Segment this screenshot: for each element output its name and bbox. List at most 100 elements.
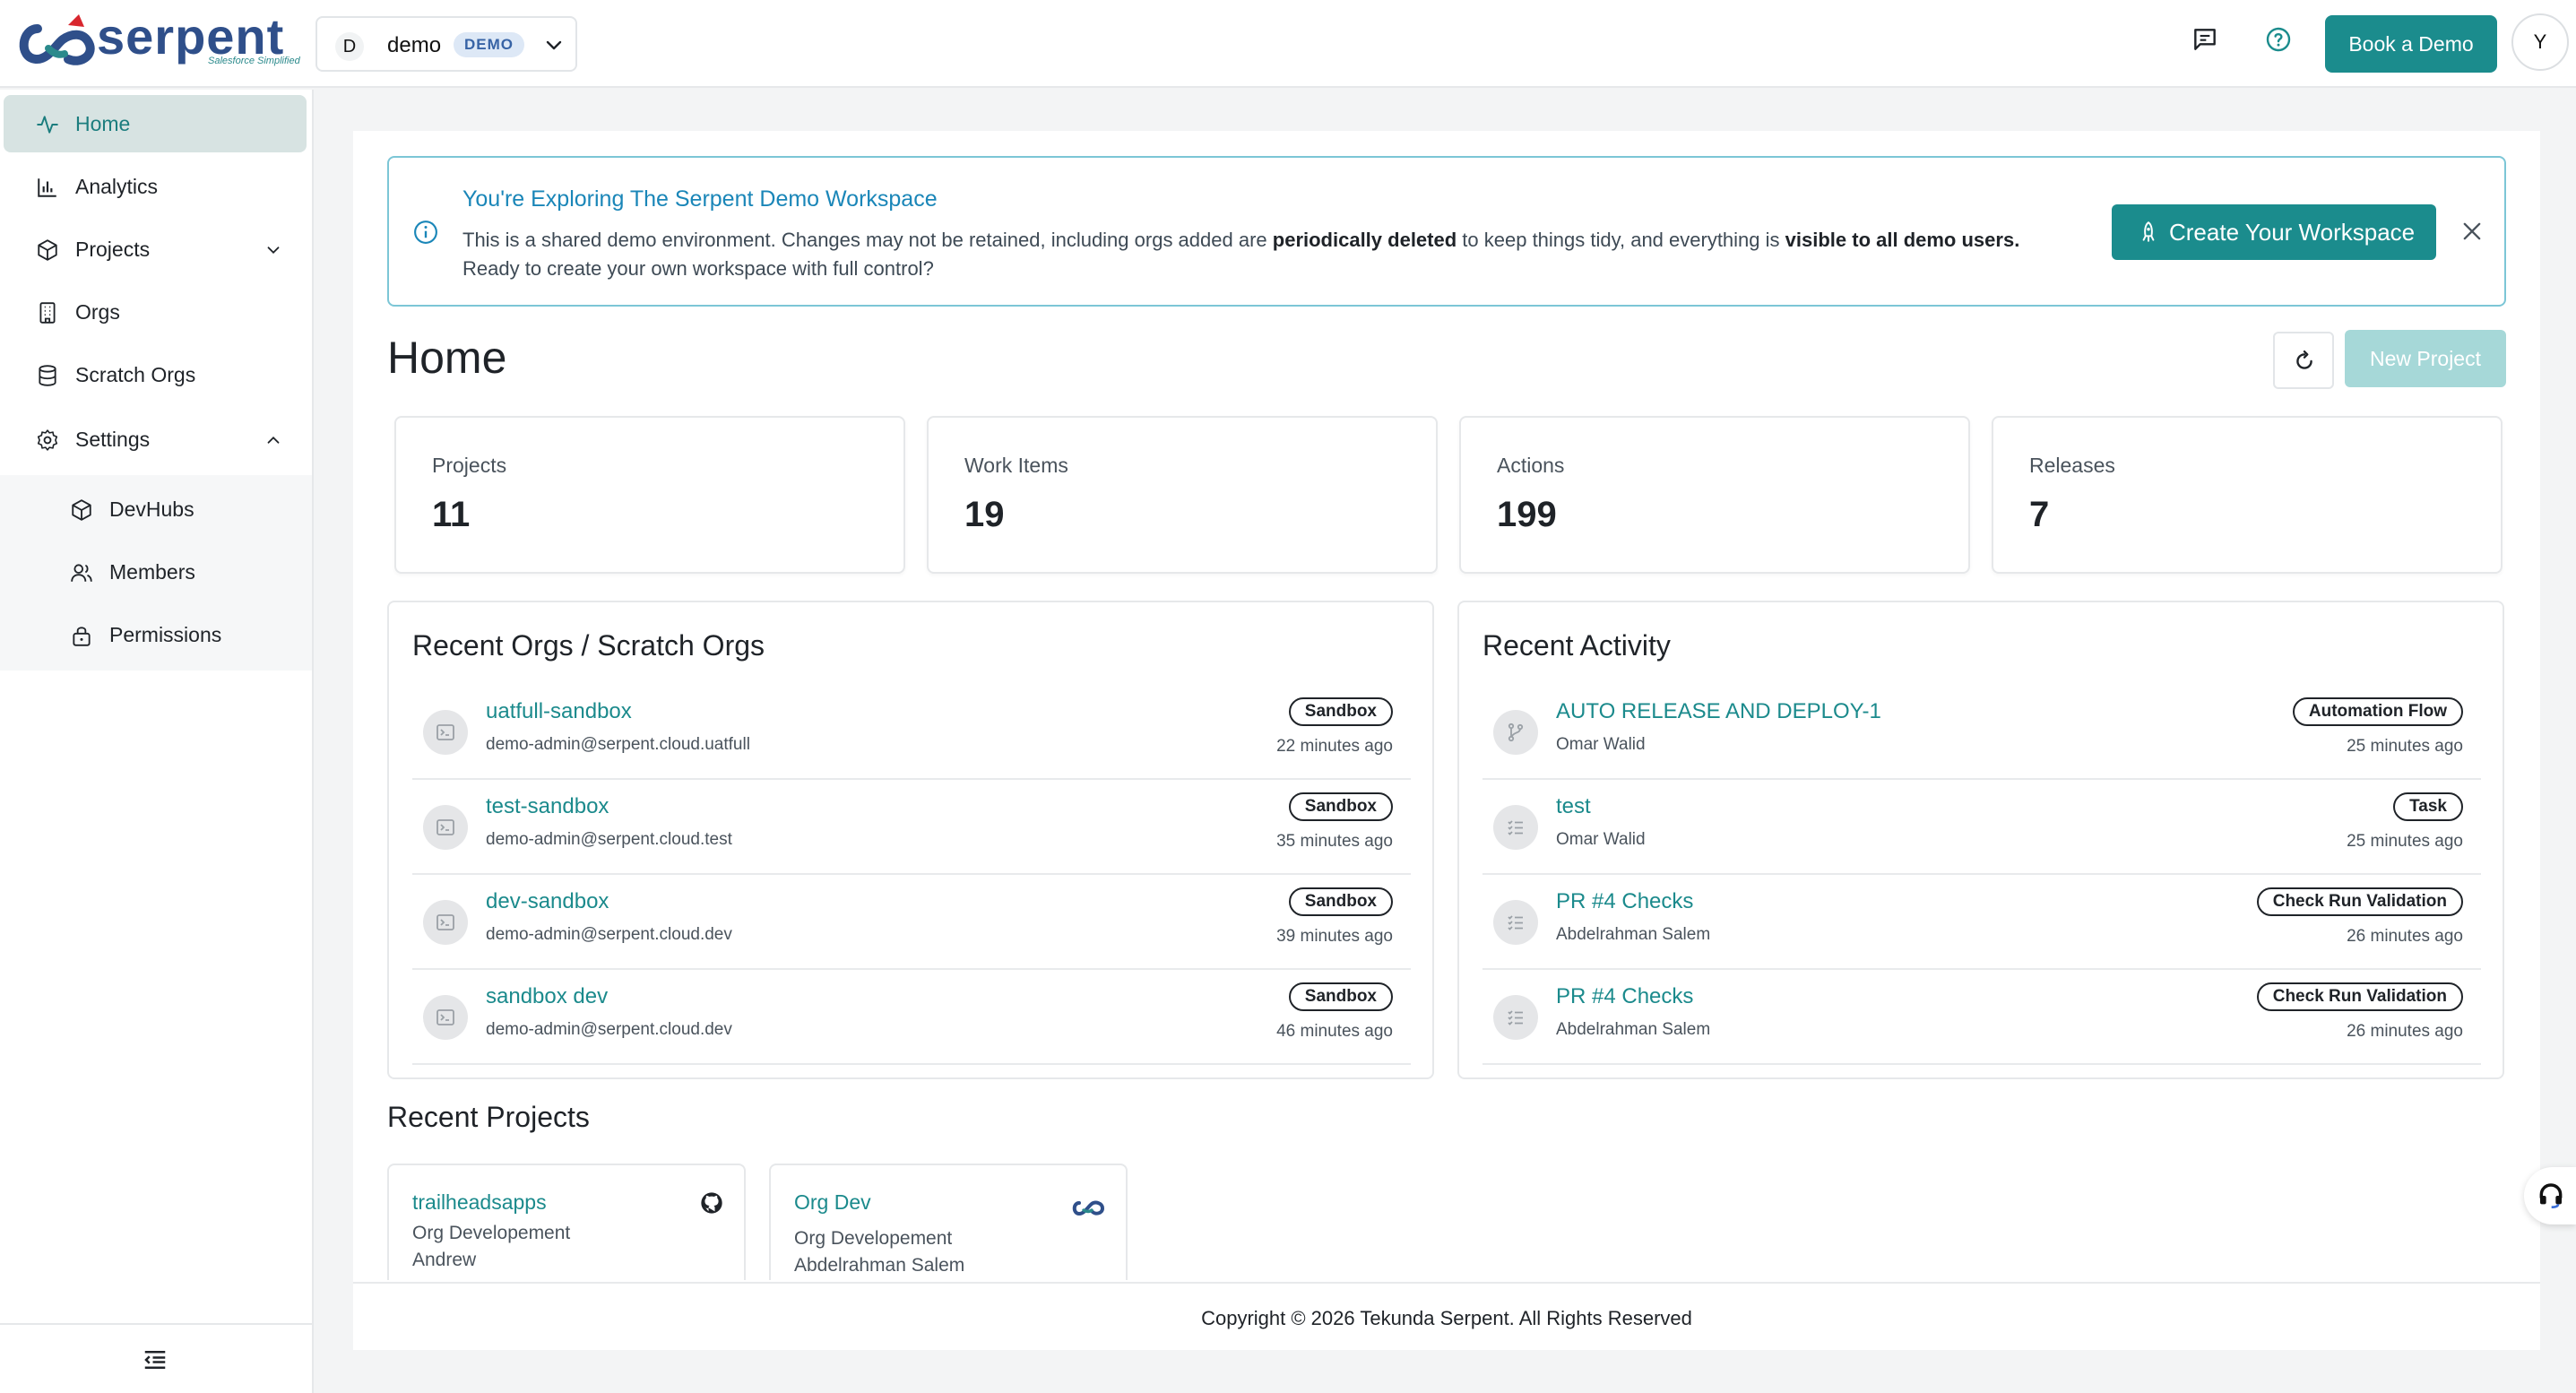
serpent-logo[interactable]: serpent Salesforce Simplified (9, 0, 305, 88)
sidebar-item-permissions[interactable]: Permissions (0, 606, 312, 663)
sidebar-item-label: Members (109, 560, 195, 584)
org-user: demo-admin@serpent.cloud.uatfull (486, 735, 750, 754)
sidebar-item-settings[interactable]: Settings (4, 411, 307, 468)
activity-icon (37, 116, 58, 134)
headset-icon (2539, 1183, 2563, 1208)
panel-title: Recent Activity (1482, 629, 1671, 662)
recent-projects-title: Recent Projects (387, 1101, 590, 1133)
activity-time: 25 minutes ago (2347, 737, 2463, 756)
terminal-icon (423, 805, 468, 850)
org-name[interactable]: dev-sandbox (486, 889, 609, 914)
org-name[interactable]: sandbox dev (486, 984, 608, 1009)
list-item[interactable]: test Omar Walid Task 25 minutes ago (1482, 780, 2481, 875)
settings-submenu: DevHubs Members Permissions (0, 475, 312, 671)
org-time: 39 minutes ago (1276, 927, 1393, 946)
sidebar-item-scratch-orgs[interactable]: Scratch Orgs (4, 346, 307, 403)
project-name[interactable]: trailheadsapps (412, 1190, 547, 1215)
project-card[interactable]: Org Dev Org Developement Abdelrahman Sal… (769, 1164, 1128, 1280)
serpent-logo-icon (1072, 1200, 1105, 1216)
list-item[interactable]: sandbox dev demo-admin@serpent.cloud.dev… (412, 970, 1411, 1065)
project-owner: Abdelrahman Salem (794, 1255, 965, 1276)
stat-card-releases[interactable]: Releases 7 (1992, 416, 2503, 574)
sidebar-item-orgs[interactable]: Orgs (4, 283, 307, 341)
sidebar-item-members[interactable]: Members (0, 543, 312, 601)
workspace-avatar: D (335, 32, 364, 61)
database-icon (39, 365, 56, 386)
list-item[interactable]: AUTO RELEASE AND DEPLOY-1 Omar Walid Aut… (1482, 685, 2481, 780)
checklist-icon (1493, 995, 1538, 1040)
sidebar-item-label: Analytics (75, 175, 159, 198)
org-time: 46 minutes ago (1276, 1022, 1393, 1041)
terminal-icon (423, 995, 468, 1040)
book-demo-button[interactable]: Book a Demo (2325, 15, 2497, 73)
org-user: demo-admin@serpent.cloud.dev (486, 925, 732, 944)
serpent-logo-icon (19, 14, 95, 65)
lock-icon (73, 627, 91, 646)
stat-label: Actions (1497, 454, 1565, 477)
rocket-icon (2142, 221, 2155, 242)
bar-chart-icon (38, 178, 56, 197)
org-type-badge: Sandbox (1288, 887, 1393, 916)
activity-user: Omar Walid (1556, 735, 1646, 754)
checklist-icon (1493, 900, 1538, 945)
stat-card-work-items[interactable]: Work Items 19 (927, 416, 1438, 574)
banner-text-part: Ready to create your own workspace with … (462, 257, 934, 280)
terminal-icon (423, 710, 468, 755)
banner-text-bold: visible to all demo users. (1785, 229, 2020, 251)
activity-name[interactable]: PR #4 Checks (1556, 984, 1693, 1009)
activity-user: Abdelrahman Salem (1556, 1020, 1711, 1039)
stat-card-projects[interactable]: Projects 11 (394, 416, 905, 574)
list-item[interactable]: dev-sandbox demo-admin@serpent.cloud.dev… (412, 875, 1411, 970)
banner-text-part: to keep things tidy, and everything is (1457, 229, 1785, 251)
activity-name[interactable]: AUTO RELEASE AND DEPLOY-1 (1556, 699, 1881, 724)
user-avatar[interactable]: Y (2511, 13, 2569, 71)
sidebar-item-label: Settings (75, 428, 151, 451)
sidebar-item-label: Home (75, 112, 131, 135)
banner-text-part: This is a shared demo environment. Chang… (462, 229, 1273, 251)
collapse-sidebar-icon[interactable] (142, 1346, 169, 1373)
org-user: demo-admin@serpent.cloud.dev (486, 1020, 732, 1039)
sidebar-item-label: Scratch Orgs (75, 363, 196, 386)
workspace-badge: DEMO (454, 32, 524, 57)
list-item[interactable]: uatfull-sandbox demo-admin@serpent.cloud… (412, 685, 1411, 780)
help-circle-icon[interactable] (2264, 25, 2293, 54)
org-name[interactable]: uatfull-sandbox (486, 699, 632, 724)
list-item[interactable]: test-sandbox demo-admin@serpent.cloud.te… (412, 780, 1411, 875)
project-card[interactable]: trailheadsapps Org Developement Andrew (387, 1164, 746, 1280)
support-chat-button[interactable] (2524, 1167, 2576, 1224)
activity-name[interactable]: test (1556, 794, 1591, 819)
list-item[interactable]: PR #4 Checks Abdelrahman Salem Check Run… (1482, 970, 2481, 1065)
activity-type-badge: Task (2393, 792, 2463, 821)
org-time: 35 minutes ago (1276, 832, 1393, 851)
git-branch-icon (1493, 710, 1538, 755)
activity-name[interactable]: PR #4 Checks (1556, 889, 1693, 914)
top-header: serpent Salesforce Simplified D demo DEM… (0, 0, 2576, 88)
stat-value: 19 (964, 495, 1005, 534)
refresh-button[interactable] (2273, 332, 2334, 389)
org-name[interactable]: test-sandbox (486, 794, 609, 819)
sidebar-item-devhubs[interactable]: DevHubs (0, 480, 312, 538)
sidebar-item-home[interactable]: Home (4, 95, 307, 152)
page-title: Home (387, 333, 507, 383)
activity-time: 26 minutes ago (2347, 1022, 2463, 1041)
chevron-up-icon (267, 436, 280, 444)
stat-card-actions[interactable]: Actions 199 (1459, 416, 1970, 574)
sidebar-item-analytics[interactable]: Analytics (4, 158, 307, 215)
activity-user: Omar Walid (1556, 830, 1646, 849)
org-time: 22 minutes ago (1276, 737, 1393, 756)
create-workspace-button[interactable]: Create Your Workspace (2112, 204, 2436, 260)
sidebar-item-projects[interactable]: Projects (4, 221, 307, 278)
refresh-icon (2296, 350, 2312, 369)
activity-type-badge: Automation Flow (2292, 697, 2463, 726)
close-icon[interactable] (2459, 219, 2485, 244)
workspace-selector[interactable]: D demo DEMO (316, 16, 577, 72)
org-type-badge: Sandbox (1288, 792, 1393, 821)
checklist-icon (1493, 805, 1538, 850)
project-type: Org Developement (412, 1223, 571, 1243)
activity-user: Abdelrahman Salem (1556, 925, 1711, 944)
chat-icon[interactable] (2191, 25, 2219, 54)
stat-value: 199 (1497, 495, 1557, 534)
new-project-button[interactable]: New Project (2345, 330, 2506, 387)
project-name[interactable]: Org Dev (794, 1190, 871, 1215)
list-item[interactable]: PR #4 Checks Abdelrahman Salem Check Run… (1482, 875, 2481, 970)
